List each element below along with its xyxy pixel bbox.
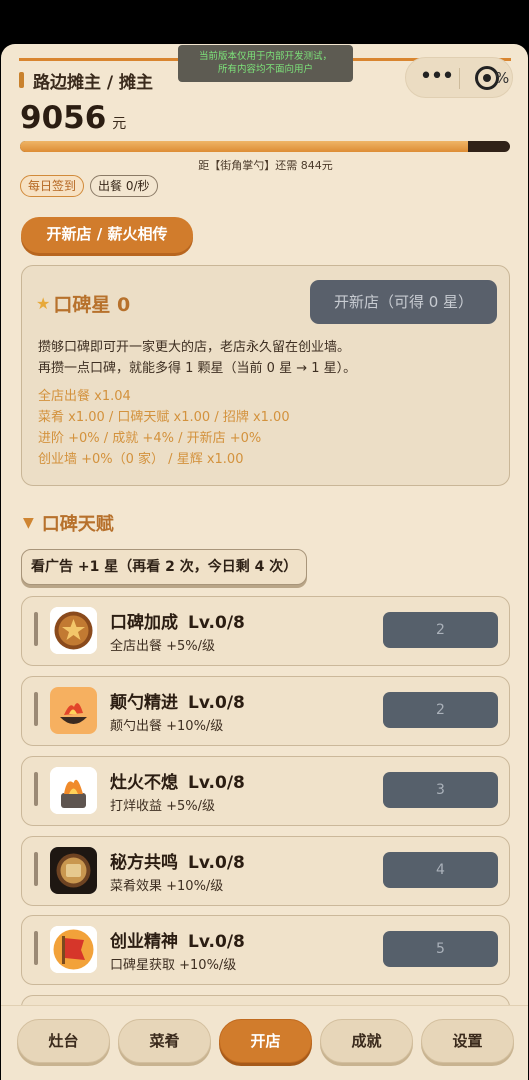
reputation-description: 攒够口碑即可开一家更大的店，老店永久留在创业墙。 再攒一点口碑，就能多得 1 颗…	[38, 337, 356, 379]
collapse-triangle-icon: ▼	[23, 515, 34, 531]
talent-level: Lv.0/8	[188, 773, 245, 793]
nav-settings[interactable]: 设置	[421, 1019, 514, 1063]
capsule-divider	[459, 68, 460, 89]
talent-level: Lv.0/8	[188, 932, 245, 952]
serve-rate-badge: 出餐 0/秒	[90, 175, 158, 197]
new-store-section-tab[interactable]: 开新店 / 薪火相传	[21, 217, 193, 253]
reputation-star-panel: ★ 口碑星 0 开新店（可得 0 星） 攒够口碑即可开一家更大的店，老店永久留在…	[21, 265, 510, 486]
rank-marker	[19, 72, 24, 88]
drag-handle	[34, 772, 38, 806]
upgrade-cost-button[interactable]: 2	[383, 692, 498, 728]
talent-level: Lv.0/8	[188, 613, 245, 633]
star-icon: ★	[36, 294, 51, 313]
app-screen: 当前版本仅用于内部开发测试， 所有内容均不面向用户 ••• % 路边摊主 / 摊…	[1, 44, 528, 1080]
more-dots-icon[interactable]: •••	[416, 66, 456, 90]
dev-banner-line-2: 所有内容均不面向用户	[217, 64, 313, 75]
talent-name: 灶火不熄 Lv.0/8	[110, 768, 245, 793]
rank-title: 路边摊主 / 摊主	[19, 70, 154, 93]
daily-sign-in-button[interactable]: 每日签到	[20, 175, 85, 197]
dev-banner-line-1: 当前版本仅用于内部开发测试，	[198, 51, 332, 62]
star-medal-icon	[50, 607, 97, 654]
upgrade-cost-button[interactable]: 4	[383, 852, 498, 888]
talent-card: 创业精神 Lv.0/8 口碑星获取 +10%/级 5	[21, 915, 510, 985]
mult-line-3: 进阶 +0% / 成就 +4% / 开新店 +0%	[38, 431, 262, 446]
open-new-store-button[interactable]: 开新店（可得 0 星）	[310, 280, 497, 324]
talent-level: Lv.0/8	[188, 853, 245, 873]
desc-line-2: 再攒一点口碑，就能多得 1 颗星（当前 0 星 → 1 星）。	[38, 361, 357, 376]
wok-flame-icon	[50, 687, 97, 734]
rank-title-text: 路边摊主 / 摊主	[33, 72, 154, 93]
upgrade-cost-button[interactable]: 5	[383, 931, 498, 967]
nav-stove[interactable]: 灶台	[17, 1019, 110, 1063]
money-unit: 元	[112, 116, 127, 132]
dev-test-banner: 当前版本仅用于内部开发测试， 所有内容均不面向用户	[178, 45, 353, 82]
recipe-scroll-icon	[50, 847, 97, 894]
talent-name-text: 口碑加成	[110, 613, 178, 633]
talent-desc: 颠勺出餐 +10%/级	[110, 719, 224, 734]
stove-fire-icon	[50, 767, 97, 814]
mult-line-1: 全店出餐 x1.04	[38, 389, 131, 404]
talent-desc: 口碑星获取 +10%/级	[110, 958, 237, 973]
talent-desc: 打烊收益 +5%/级	[110, 799, 216, 814]
talent-card: 秘方共鸣 Lv.0/8 菜肴效果 +10%/级 4	[21, 836, 510, 906]
mult-line-2: 菜肴 x1.00 / 口碑天赋 x1.00 / 招牌 x1.00	[38, 410, 290, 425]
talent-name: 创业精神 Lv.0/8	[110, 927, 245, 952]
banner-flag-icon	[50, 926, 97, 973]
talent-name-text: 颠勺精进	[110, 693, 178, 713]
talent-level: Lv.0/8	[188, 693, 245, 713]
drag-handle	[34, 852, 38, 886]
upgrade-cost-button[interactable]: 3	[383, 772, 498, 808]
capsule-partial-text: %	[495, 69, 510, 87]
multiplier-list: 全店出餐 x1.04 菜肴 x1.00 / 口碑天赋 x1.00 / 招牌 x1…	[38, 386, 290, 470]
talent-name-text: 灶火不熄	[110, 773, 178, 793]
talent-name: 秘方共鸣 Lv.0/8	[110, 848, 245, 873]
upgrade-cost-button[interactable]: 2	[383, 612, 498, 648]
nav-dishes[interactable]: 菜肴	[118, 1019, 211, 1063]
money-display: 9056 元	[20, 100, 126, 136]
rank-progress-bar	[20, 141, 510, 152]
reputation-star-title: ★ 口碑星 0	[36, 290, 130, 317]
watch-ad-button[interactable]: 看广告 +1 星（再看 2 次，今日剩 4 次）	[21, 549, 308, 585]
drag-handle	[34, 931, 38, 965]
mult-line-4: 创业墙 +0%（0 家） / 星辉 x1.00	[38, 452, 244, 467]
miniprogram-capsule: ••• %	[405, 57, 513, 98]
header-chips: 每日签到 出餐 0/秒	[20, 175, 158, 197]
desc-line-1: 攒够口碑即可开一家更大的店，老店永久留在创业墙。	[38, 340, 351, 355]
talent-card: 口碑加成 Lv.0/8 全店出餐 +5%/级 2	[21, 596, 510, 666]
nav-open-store[interactable]: 开店	[219, 1019, 312, 1063]
drag-handle	[34, 612, 38, 646]
talent-name-text: 创业精神	[110, 932, 178, 952]
bottom-nav: 灶台 菜肴 开店 成就 设置	[1, 1005, 528, 1080]
talent-name: 口碑加成 Lv.0/8	[110, 608, 245, 633]
talent-name: 颠勺精进 Lv.0/8	[110, 688, 245, 713]
talent-desc: 菜肴效果 +10%/级	[110, 879, 224, 894]
money-value: 9056	[20, 100, 107, 136]
talent-name-text: 秘方共鸣	[110, 853, 178, 873]
talent-section-header[interactable]: ▼ 口碑天赋	[23, 510, 114, 536]
talent-card: 颠勺精进 Lv.0/8 颠勺出餐 +10%/级 2	[21, 676, 510, 746]
talent-desc: 全店出餐 +5%/级	[110, 639, 216, 654]
talent-card: 灶火不熄 Lv.0/8 打烊收益 +5%/级 3	[21, 756, 510, 826]
drag-handle	[34, 692, 38, 726]
nav-achievements[interactable]: 成就	[320, 1019, 413, 1063]
talent-section-title: 口碑天赋	[41, 514, 114, 535]
rank-progress-text: 距【街角掌勺】还需 844元	[198, 159, 333, 172]
rank-progress-fill	[20, 141, 469, 152]
reputation-star-count: 口碑星 0	[53, 294, 131, 316]
